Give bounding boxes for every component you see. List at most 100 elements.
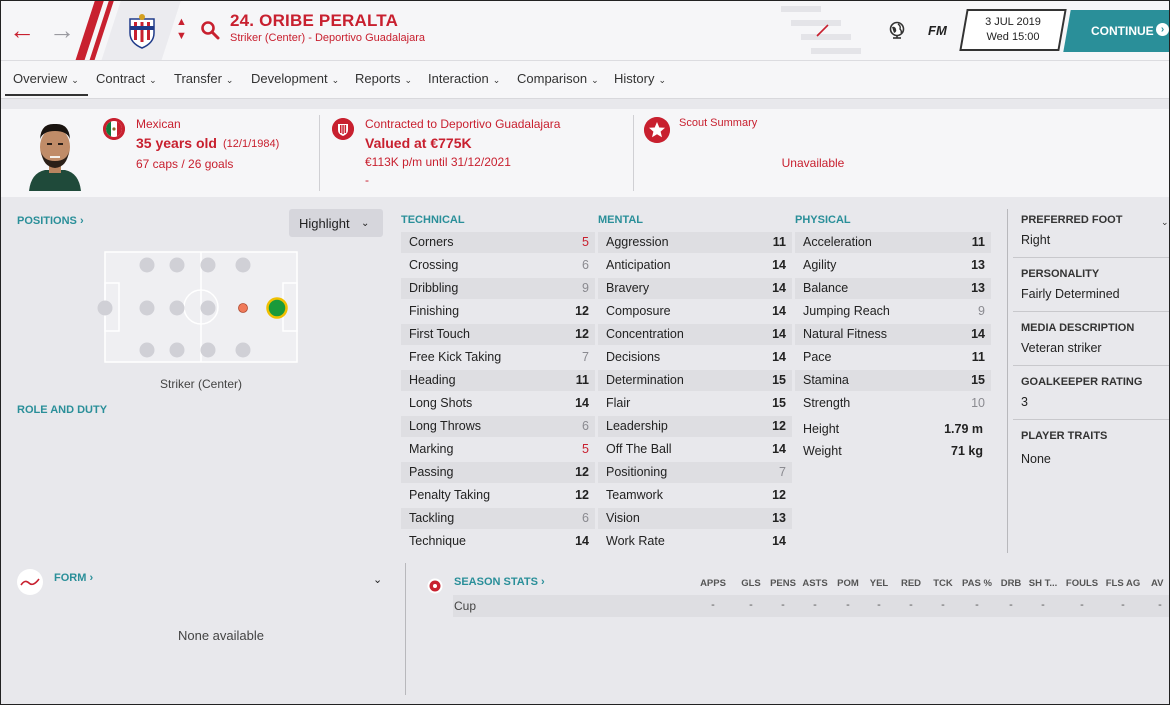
form-title[interactable]: FORM › [54,572,93,584]
attribute-name: Jumping Reach [803,304,890,318]
attribute-row[interactable]: First Touch 12 [401,324,595,345]
attribute-row[interactable]: Strength 10 [795,393,991,414]
tab-history[interactable]: History ⌄ [614,71,666,86]
stats-column-header[interactable]: FLS AG [1105,578,1141,589]
chevron-down-icon[interactable]: ⌄ [361,218,369,229]
attribute-row[interactable]: Anticipation 14 [598,255,792,276]
stats-column-header[interactable]: DRB [993,578,1029,589]
attribute-value: 14 [772,534,786,548]
attribute-row[interactable]: Passing 12 [401,462,595,483]
chevron-down-icon[interactable]: ⌄ [373,573,382,586]
chevron-down-icon: ⌄ [331,75,340,85]
forward-arrow-icon[interactable]: → [49,15,75,45]
attribute-row[interactable]: Heading 11 [401,370,595,391]
stats-cell: - [711,599,715,611]
attribute-value: 14 [772,442,786,456]
attribute-row[interactable]: Flair 15 [598,393,792,414]
attribute-row[interactable]: Teamwork 12 [598,485,792,506]
stats-column-header[interactable]: ASTS [797,578,833,589]
attribute-value: 14 [772,304,786,318]
highlight-label[interactable]: Highlight [299,216,350,231]
stats-cell: - [909,599,913,611]
attribute-row[interactable]: Corners 5 [401,232,595,253]
stats-cell: - [1158,599,1162,611]
chevron-down-icon: ⌄ [492,75,501,85]
edit-pencil-icon[interactable] [816,23,830,37]
chevron-down-icon[interactable]: ⌄ [1161,217,1169,228]
player-photo [27,115,83,191]
attribute-row[interactable]: Vision 13 [598,508,792,529]
attribute-row[interactable]: Natural Fitness 14 [795,324,991,345]
attribute-row[interactable]: Bravery 14 [598,278,792,299]
tab-comparison[interactable]: Comparison ⌄ [517,71,599,86]
continue-arrow-icon[interactable]: › [1156,23,1169,36]
international-caps[interactable]: 67 caps / 26 goals [136,157,233,171]
tab-reports[interactable]: Reports ⌄ [355,71,412,86]
attribute-row[interactable]: Stamina 15 [795,370,991,391]
attribute-row[interactable]: Long Throws 6 [401,416,595,437]
positions-title[interactable]: POSITIONS › [17,215,84,227]
player-switch-arrows[interactable]: ▲ ▼ [176,15,187,43]
tab-contract[interactable]: Contract ⌄ [96,71,157,86]
attribute-row[interactable]: Leadership 12 [598,416,792,437]
attribute-value: 9 [978,304,985,318]
stats-column-header[interactable]: FOULS [1064,578,1100,589]
stats-column-header[interactable]: PAS % [959,578,995,589]
attribute-row[interactable]: Acceleration 11 [795,232,991,253]
attribute-row[interactable]: Jumping Reach 9 [795,301,991,322]
tab-interaction[interactable]: Interaction ⌄ [428,71,500,86]
club-crest-icon[interactable] [127,13,157,49]
contract-club[interactable]: Contracted to Deportivo Guadalajara [365,117,560,131]
attribute-row[interactable]: Balance 13 [795,278,991,299]
attribute-value: 14 [575,396,589,410]
attribute-row[interactable]: Finishing 12 [401,301,595,322]
goalkeeper-rating-value: 3 [1021,395,1028,409]
attribute-row[interactable]: Concentration 14 [598,324,792,345]
globe-icon[interactable] [888,21,906,39]
physical-title: PHYSICAL [795,214,851,226]
attribute-row[interactable]: Crossing 6 [401,255,595,276]
attribute-row[interactable]: Long Shots 14 [401,393,595,414]
stats-column-header[interactable]: AV [1151,578,1169,589]
stats-column-header[interactable]: YEL [861,578,897,589]
preferred-foot-value: Right [1021,233,1051,247]
attribute-row[interactable]: Determination 15 [598,370,792,391]
stats-column-header[interactable]: RED [893,578,929,589]
attribute-row[interactable]: Positioning 7 [598,462,792,483]
tab-transfer[interactable]: Transfer ⌄ [174,71,233,86]
search-icon[interactable] [200,20,220,40]
attribute-row[interactable]: Agility 13 [795,255,991,276]
tab-overview[interactable]: Overview ⌄ [13,71,79,86]
attribute-row[interactable]: Penalty Taking 12 [401,485,595,506]
attribute-row[interactable]: Technique 14 [401,531,595,552]
stats-column-header[interactable]: PENS [765,578,801,589]
season-stats-title[interactable]: SEASON STATS › [454,576,545,588]
stats-column-header[interactable]: GLS [733,578,769,589]
attribute-value: 5 [582,442,589,456]
attribute-value: 14 [772,281,786,295]
attribute-row[interactable]: Work Rate 14 [598,531,792,552]
side-separator [1013,365,1169,366]
stats-column-header[interactable]: SH T... [1025,578,1061,589]
attribute-value: 15 [772,373,786,387]
tab-development[interactable]: Development ⌄ [251,71,339,86]
attribute-row[interactable]: Decisions 14 [598,347,792,368]
scout-summary-title[interactable]: Scout Summary [679,117,757,129]
stats-column-header[interactable]: APPS [695,578,731,589]
attribute-name: Passing [409,465,454,479]
fm-logo[interactable]: FM [928,23,947,38]
attribute-row[interactable]: Dribbling 9 [401,278,595,299]
attribute-value: 11 [971,235,985,249]
contract-extra: - [365,173,369,187]
attribute-row[interactable]: Aggression 11 [598,232,792,253]
continue-label[interactable]: CONTINUE [1091,24,1154,38]
attribute-row[interactable]: Free Kick Taking 7 [401,347,595,368]
stats-column-header[interactable]: TCK [925,578,961,589]
attribute-row[interactable]: Tackling 6 [401,508,595,529]
attribute-row[interactable]: Off The Ball 14 [598,439,792,460]
attribute-row[interactable]: Composure 14 [598,301,792,322]
role-duty-title[interactable]: ROLE AND DUTY [17,404,107,416]
back-arrow-icon[interactable]: ← [9,15,35,45]
attribute-row[interactable]: Marking 5 [401,439,595,460]
attribute-row[interactable]: Pace 11 [795,347,991,368]
